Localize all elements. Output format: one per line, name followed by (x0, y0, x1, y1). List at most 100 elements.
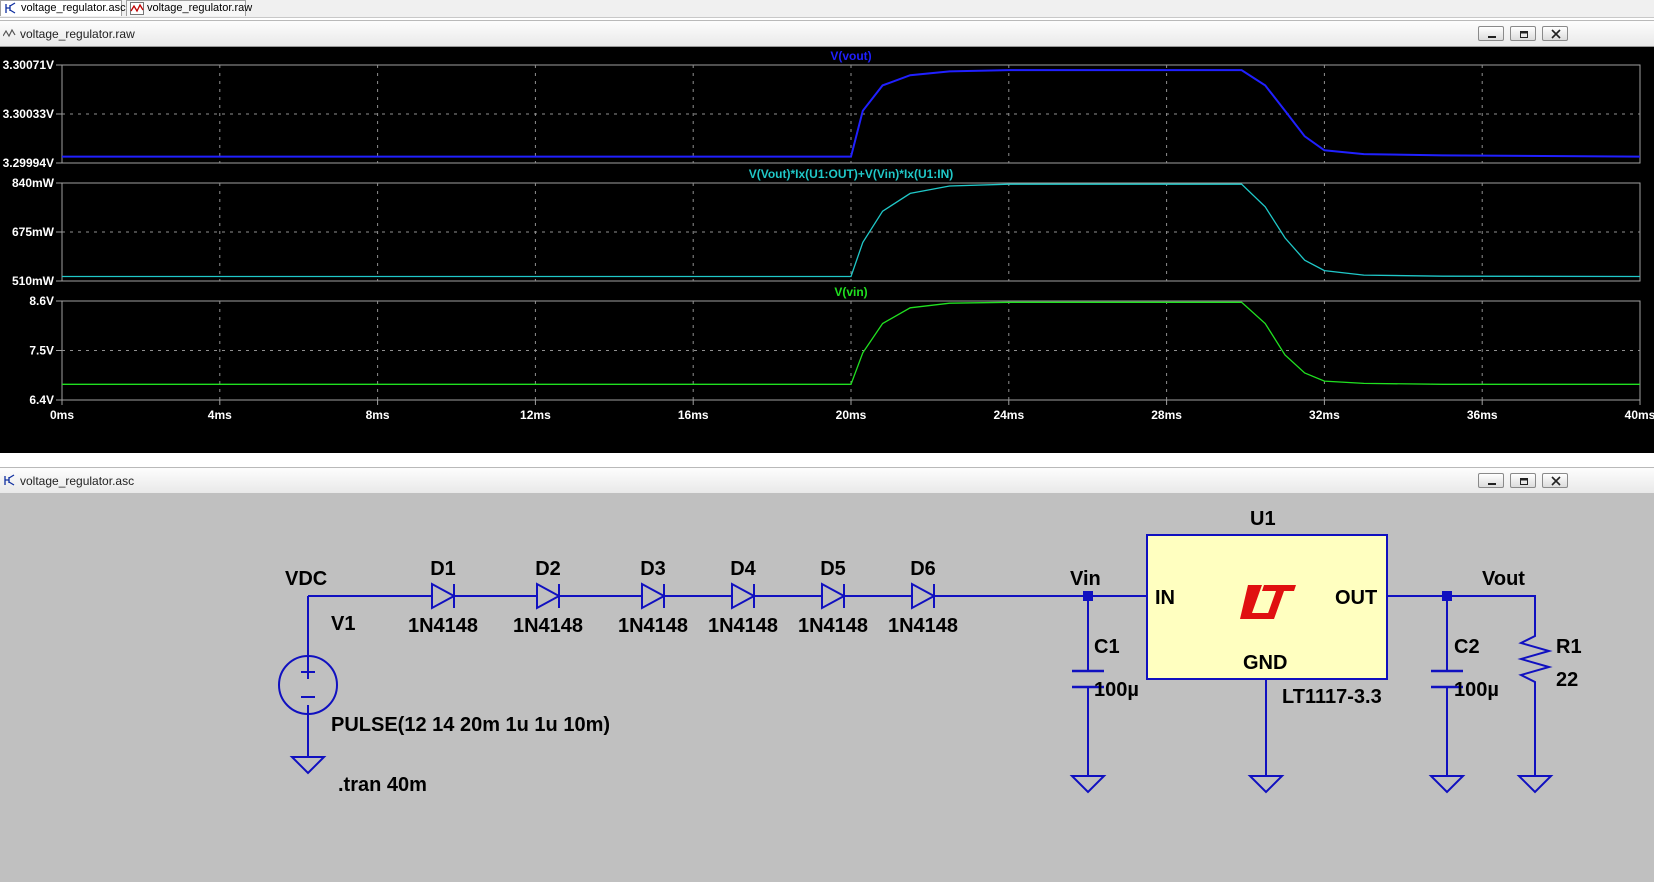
schematic-icon (5, 2, 16, 14)
close-icon (1551, 476, 1561, 486)
y-tick-label: 675mW (12, 225, 55, 239)
wire-out (1388, 595, 1536, 632)
diode-part: 1N4148 (618, 615, 688, 637)
diode-symbol (536, 582, 562, 610)
junction-dot (1083, 591, 1093, 601)
restore-icon (1520, 478, 1528, 485)
x-tick-label: 36ms (1467, 408, 1498, 422)
r1-ref: R1 (1556, 636, 1582, 658)
y-tick-label: 3.30033V (3, 107, 54, 121)
u1-part: LT1117-3.3 (1282, 686, 1382, 708)
waveform-pane: 3.30071V 3.30033V 3.29994V V(vout) (3, 49, 1641, 170)
diode-part: 1N4148 (798, 615, 868, 637)
diode-part: 1N4148 (888, 615, 958, 637)
restore-button[interactable] (1510, 26, 1536, 41)
diode-symbol (731, 582, 757, 610)
close-button[interactable] (1542, 26, 1568, 41)
diode-chain: D1 1N4148 D2 1N4148 D3 1N4148 D4 1N4148 D5 1N4148… (408, 558, 958, 637)
waveform-icon (130, 2, 144, 15)
diode-ref: D5 (820, 558, 846, 580)
ground-symbol (289, 756, 327, 775)
restore-icon (1520, 31, 1528, 38)
diode-symbol (641, 582, 667, 610)
diode-ref: D4 (730, 558, 756, 580)
diode-d5[interactable]: D5 1N4148 (798, 558, 868, 637)
u1-pin-in: IN (1155, 587, 1175, 609)
y-tick-label: 510mW (12, 274, 55, 288)
waveform-window-icon (3, 28, 16, 38)
tab-waveform[interactable]: voltage_regulator.raw (126, 0, 252, 16)
diode-d2[interactable]: D2 1N4148 (513, 558, 583, 637)
diode-d1[interactable]: D1 1N4148 (408, 558, 478, 637)
y-tick-label: 840mW (12, 176, 55, 190)
diode-ref: D2 (535, 558, 561, 580)
diode-d3[interactable]: D3 1N4148 (618, 558, 688, 637)
close-icon (1551, 29, 1561, 39)
c1-ref: C1 (1094, 636, 1120, 658)
diode-ref: D3 (640, 558, 666, 580)
minimize-icon (1488, 36, 1496, 38)
schematic-window-titlebar: voltage_regulator.asc (0, 467, 1654, 494)
plot-window-titlebar: voltage_regulator.raw (0, 20, 1654, 47)
x-tick-label: 8ms (366, 408, 390, 422)
tab-label: voltage_regulator.asc (21, 2, 126, 14)
minimize-icon (1488, 483, 1496, 485)
diode-part: 1N4148 (408, 615, 478, 637)
y-tick-label: 6.4V (29, 393, 54, 407)
u1-pin-gnd: GND (1243, 652, 1287, 674)
diode-part: 1N4148 (513, 615, 583, 637)
trace-label: V(vout) (830, 49, 871, 63)
diode-d4[interactable]: D4 1N4148 (708, 558, 778, 637)
diode-symbol (821, 582, 847, 610)
x-tick-label: 40ms (1625, 408, 1654, 422)
diode-symbol (911, 582, 937, 610)
minimize-button[interactable] (1478, 473, 1504, 488)
net-label-vin: Vin (1070, 568, 1101, 590)
x-tick-label: 12ms (520, 408, 551, 422)
diode-d6[interactable]: D6 1N4148 (888, 558, 958, 637)
x-tick-label: 28ms (1151, 408, 1182, 422)
r1-value: 22 (1556, 669, 1578, 691)
x-tick-label: 0ms (50, 408, 74, 422)
tab-label: voltage_regulator.raw (147, 2, 253, 14)
restore-button[interactable] (1510, 473, 1536, 488)
c1-value: 100µ (1094, 679, 1139, 701)
trace-line (62, 183, 1641, 278)
ground-symbol (1516, 775, 1554, 794)
tab-schematic[interactable]: voltage_regulator.asc (0, 0, 126, 16)
diode-ref: D6 (910, 558, 936, 580)
waveform-plot-area[interactable]: 3.30071V 3.30033V 3.29994V V(vout) 840mW 675m… (0, 47, 1654, 453)
c2-value: 100µ (1454, 679, 1499, 701)
ground-symbol (1069, 775, 1107, 794)
waveform-pane: 840mW 675mW 510mW V(Vout)*Ix(U1:OUT)+V(Vin)… (12, 167, 1641, 288)
net-label-vdc: VDC (285, 568, 327, 590)
diode-symbol (431, 582, 457, 610)
trace-label: V(Vout)*Ix(U1:OUT)+V(Vin)*Ix(U1:IN) (749, 167, 954, 181)
minimize-button[interactable] (1478, 26, 1504, 41)
polarity-marks (301, 665, 315, 698)
document-tab-bar: voltage_regulator.asc voltage_regulator.… (0, 0, 1654, 18)
v1-value: PULSE(12 14 20m 1u 1u 10m) (331, 714, 610, 736)
y-tick-label: 3.29994V (3, 156, 54, 170)
junction-dot (1442, 591, 1452, 601)
schematic-canvas[interactable]: VDC Vin Vout D1 1N4148 D2 1N4148 D3 1N4148 D4 1… (0, 493, 1654, 882)
schematic-drawing: VDC Vin Vout D1 1N4148 D2 1N4148 D3 1N4148 D4 1… (278, 508, 1582, 796)
trace-label: V(vin) (834, 285, 867, 299)
close-button[interactable] (1542, 473, 1568, 488)
resistor-r1[interactable] (1517, 632, 1553, 686)
y-tick-label: 7.5V (29, 344, 54, 358)
resistor-zigzag (1517, 632, 1553, 686)
net-label-vout: Vout (1482, 568, 1525, 590)
y-tick-label: 3.30071V (3, 58, 54, 72)
ground-symbol (1428, 775, 1466, 794)
plot-window-title: voltage_regulator.raw (20, 27, 135, 41)
diode-part: 1N4148 (708, 615, 778, 637)
x-tick-label: 4ms (208, 408, 232, 422)
spice-directive[interactable]: .tran 40m (338, 774, 427, 796)
diode-ref: D1 (430, 558, 456, 580)
x-tick-label: 20ms (836, 408, 867, 422)
v1-ref: V1 (331, 613, 355, 635)
waveform-pane: 8.6V 7.5V 6.4V V(vin) (29, 285, 1641, 407)
y-tick-label: 8.6V (29, 294, 54, 308)
x-tick-label: 16ms (678, 408, 709, 422)
